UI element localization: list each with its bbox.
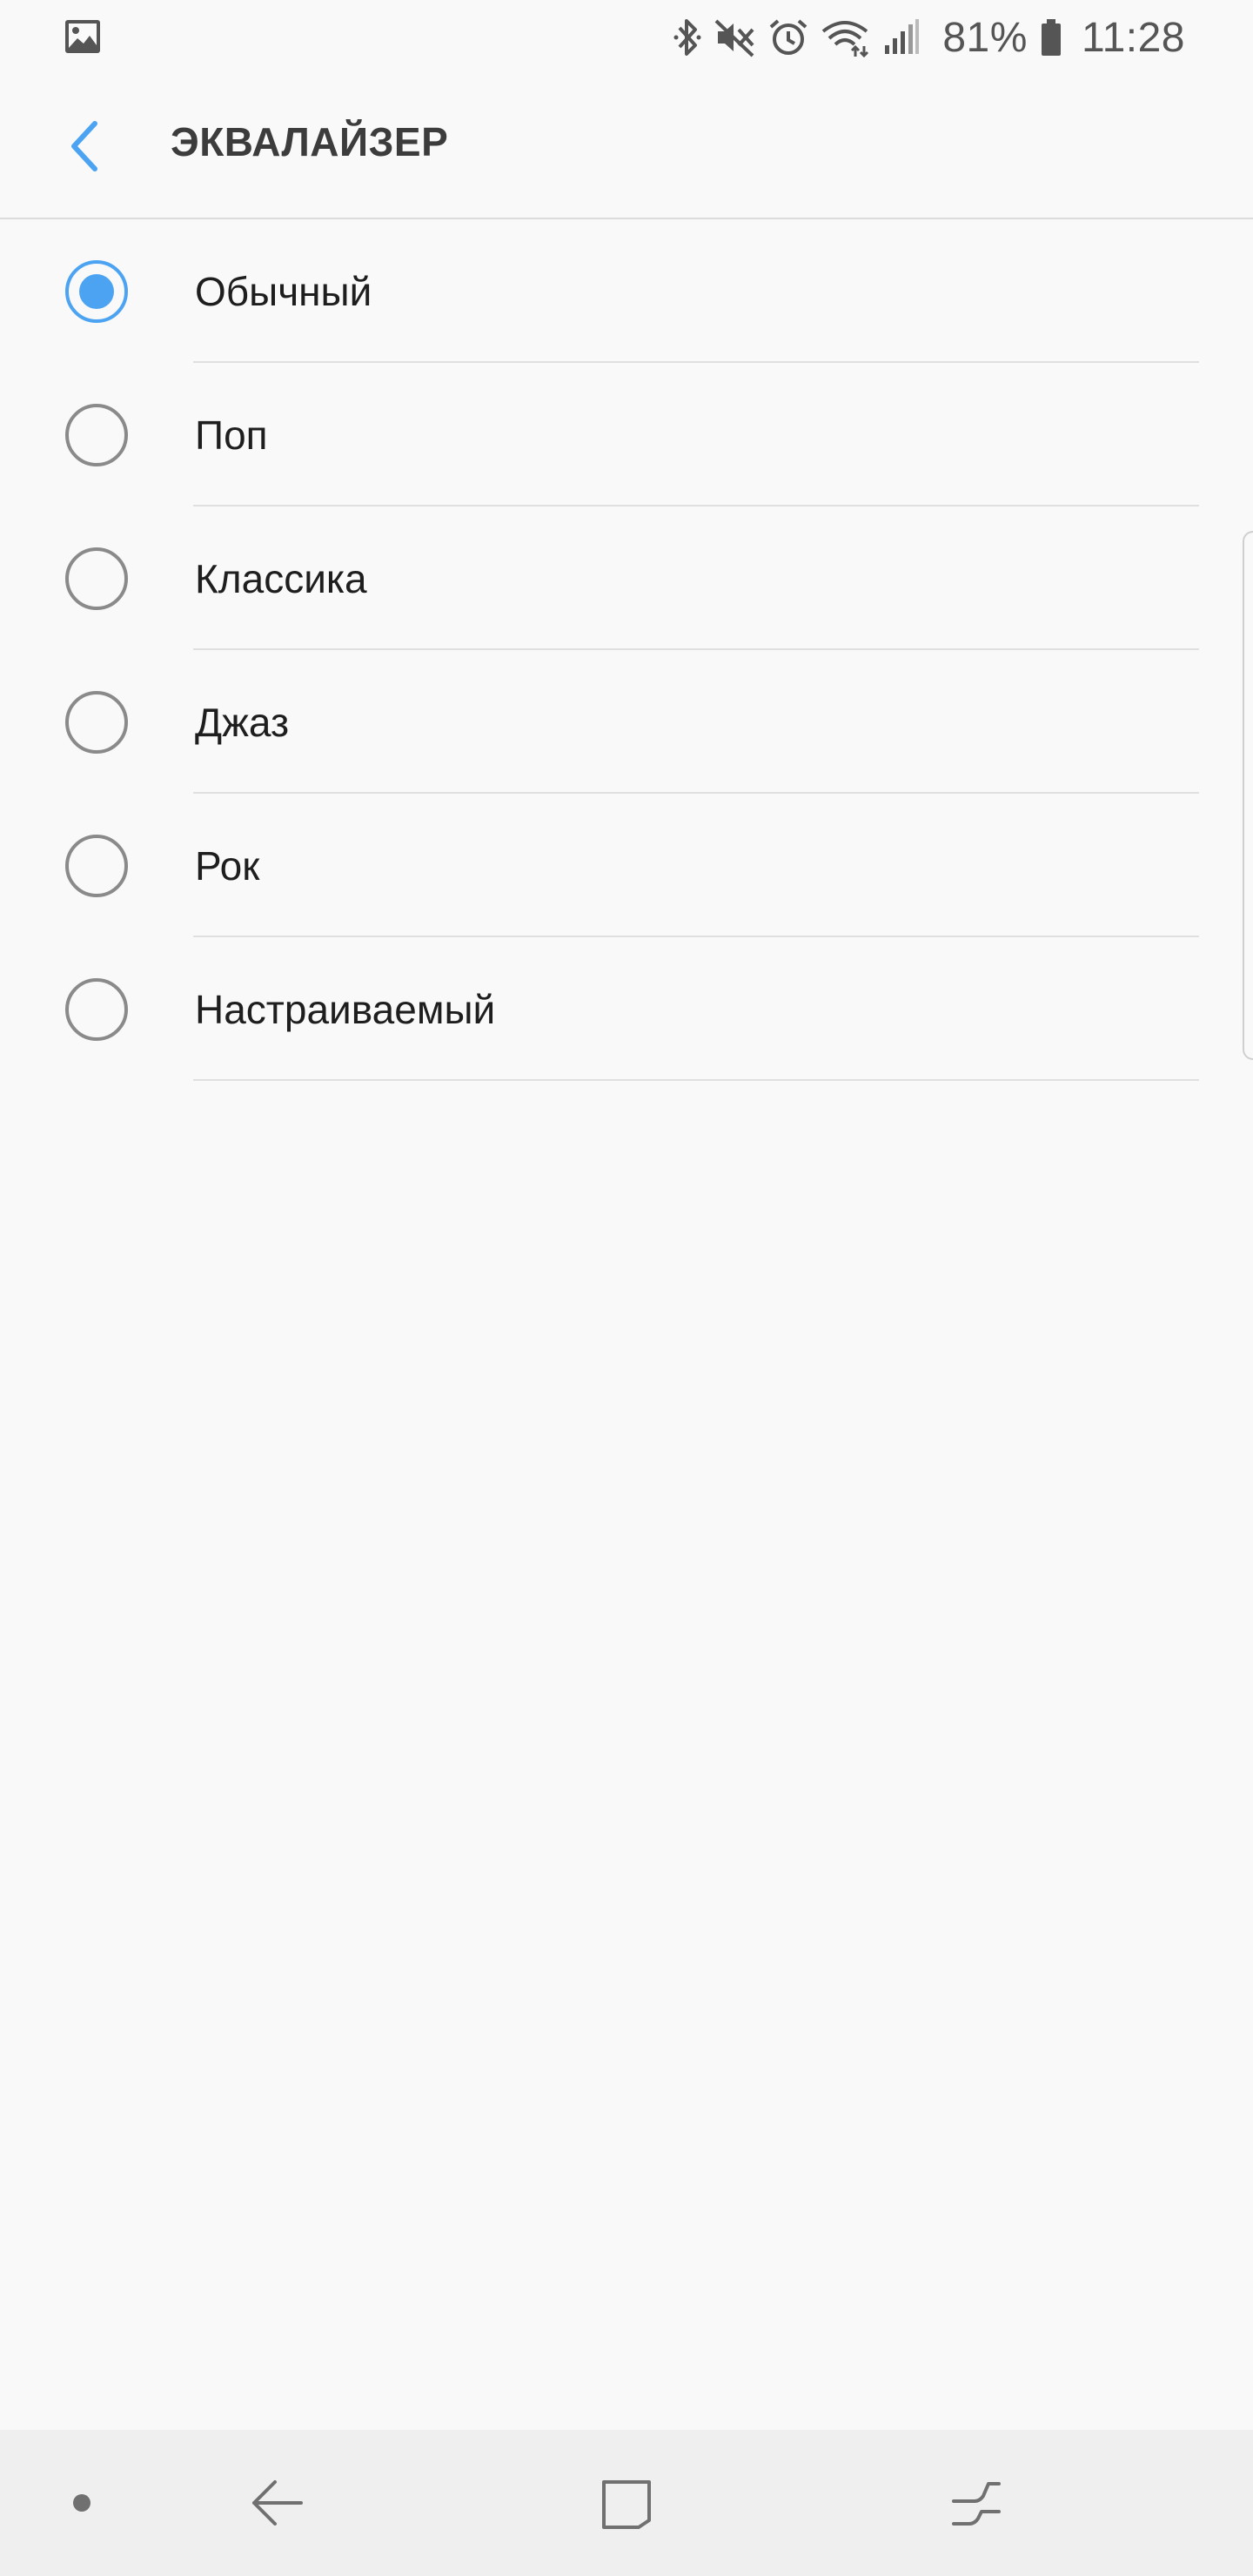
equalizer-options-list: Обычный Поп Классика Джаз Рок Настраивае…	[0, 219, 1253, 1081]
radio-button[interactable]	[65, 404, 128, 466]
option-label: Рок	[195, 843, 260, 889]
option-label: Классика	[195, 556, 367, 601]
app-bar: ЭКВАЛАЙЗЕР	[0, 75, 1253, 219]
bluetooth-icon	[673, 17, 702, 57]
chevron-left-icon	[71, 121, 97, 171]
option-label: Джаз	[195, 700, 290, 745]
wifi-icon	[821, 17, 869, 57]
option-label: Обычный	[195, 269, 372, 314]
signal-icon	[881, 17, 920, 57]
recents-icon	[602, 2480, 651, 2529]
option-custom[interactable]: Настраиваемый	[0, 937, 1253, 1081]
clock: 11:28	[1081, 14, 1185, 61]
back-arrow-icon	[252, 2480, 303, 2526]
battery-icon	[1040, 17, 1062, 57]
option-normal[interactable]: Обычный	[0, 219, 1253, 363]
switch-icon	[952, 2482, 1001, 2526]
back-nav-button[interactable]	[233, 2430, 320, 2576]
option-label: Поп	[195, 413, 268, 458]
radio-button[interactable]	[65, 691, 128, 754]
switch-app-button[interactable]	[933, 2430, 1020, 2576]
back-button[interactable]	[54, 111, 115, 181]
gallery-icon	[64, 19, 101, 58]
recents-button[interactable]	[583, 2430, 670, 2576]
mute-icon	[714, 17, 756, 57]
edge-panel-handle[interactable]	[1243, 531, 1253, 1060]
page-title: ЭКВАЛАЙЗЕР	[171, 119, 449, 164]
alarm-icon	[768, 17, 808, 57]
radio-button[interactable]	[65, 835, 128, 897]
option-jazz[interactable]: Джаз	[0, 650, 1253, 794]
status-bar: 81% 11:28	[0, 0, 1253, 75]
option-rock[interactable]: Рок	[0, 794, 1253, 937]
dot-icon	[73, 2494, 90, 2512]
option-label: Настраиваемый	[195, 987, 496, 1032]
navigation-bar	[0, 2430, 1253, 2576]
radio-button[interactable]	[65, 547, 128, 610]
option-pop[interactable]: Поп	[0, 363, 1253, 506]
radio-button[interactable]	[65, 978, 128, 1041]
equalizer-screen: 81% 11:28 ЭКВАЛАЙЗЕР Обычный Поп Классик…	[0, 0, 1253, 2576]
dot-button[interactable]	[44, 2430, 120, 2576]
radio-selected-dot	[79, 274, 114, 309]
divider	[193, 1079, 1199, 1081]
radio-button[interactable]	[65, 260, 128, 323]
option-classic[interactable]: Классика	[0, 506, 1253, 650]
battery-percent: 81%	[942, 14, 1028, 61]
status-icons: 81% 11:28	[673, 0, 1185, 75]
